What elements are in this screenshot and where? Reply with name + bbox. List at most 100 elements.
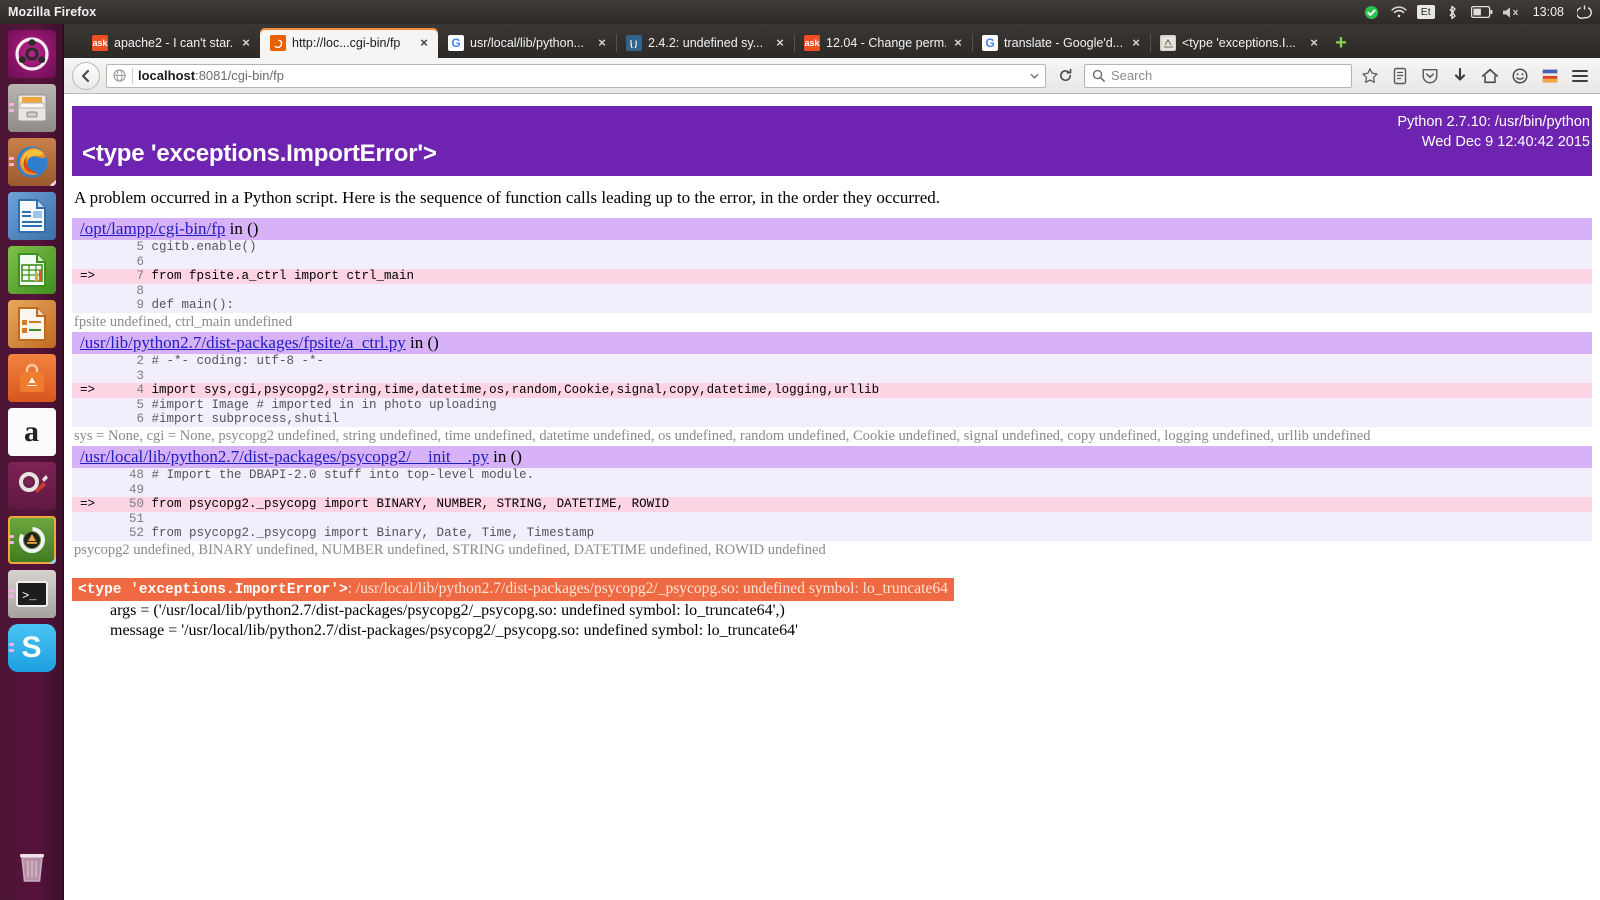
chevron-down-icon[interactable]: [1027, 64, 1041, 88]
launcher-item-libreoffice-calc[interactable]: [7, 246, 56, 294]
tab-label: usr/local/lib/python...: [470, 36, 584, 50]
running-indicator: [8, 102, 14, 114]
home-button[interactable]: [1478, 64, 1502, 88]
line-code: from psycopg2._psycopg import Binary, Da…: [151, 526, 595, 541]
launcher-item-ubuntu-dash[interactable]: [7, 30, 56, 78]
launcher-item-firefox[interactable]: [7, 138, 56, 186]
launcher-item-terminal[interactable]: >_: [7, 570, 56, 618]
launcher-item-software-updater[interactable]: [7, 516, 56, 564]
frame-path-link[interactable]: /opt/lampp/cgi-bin/fp: [80, 219, 225, 238]
line-code: def main():: [151, 298, 235, 313]
line-number: 52: [128, 526, 144, 541]
launcher-item-libreoffice-impress[interactable]: [7, 300, 56, 348]
volume-muted-icon[interactable]: [1502, 4, 1522, 20]
frame-variables: sys = None, cgi = None, psycopg2 undefin…: [74, 427, 1371, 444]
google-icon: G: [982, 35, 998, 51]
code-line: 9 def main():: [72, 298, 1592, 313]
bluetooth-icon[interactable]: [1444, 4, 1462, 20]
launcher-item-libreoffice-writer[interactable]: [7, 192, 56, 240]
frame-header: /opt/lampp/cgi-bin/fp in (): [72, 218, 1592, 240]
tab-close-button[interactable]: ×: [1128, 35, 1144, 51]
code-line: 51: [72, 512, 1592, 527]
sync-button[interactable]: [1508, 64, 1532, 88]
tab-close-button[interactable]: ×: [238, 35, 254, 51]
pocket-button[interactable]: [1418, 64, 1442, 88]
tab-label: 12.04 - Change perm...: [826, 36, 946, 50]
code-line-highlighted: => 50 from psycopg2._psycopg import BINAR…: [72, 497, 1592, 512]
battery-icon[interactable]: [1470, 4, 1493, 20]
bookmark-star-button[interactable]: [1358, 64, 1382, 88]
line-code: # -*- coding: utf-8 -*-: [151, 353, 325, 368]
new-tab-button[interactable]: +: [1328, 28, 1354, 58]
back-arrow-icon: [81, 69, 90, 82]
python-interpreter-info: Python 2.7.10: /usr/bin/python: [1397, 114, 1590, 130]
frame-path-link[interactable]: /usr/lib/python2.7/dist-packages/fpsite/…: [80, 333, 406, 352]
reader-list-button[interactable]: [1388, 64, 1412, 88]
green-check-icon[interactable]: [1363, 4, 1381, 20]
line-number: 9: [136, 298, 144, 313]
line-arrow: =>: [80, 269, 96, 284]
svg-text:>_: >_: [22, 589, 37, 603]
url-bar[interactable]: localhost:8081/cgi-bin/fp: [106, 63, 1046, 88]
line-number: 5: [136, 240, 144, 254]
frame-code-block: 48 # Import the DBAPI-2.0 stuff into top…: [72, 467, 1592, 541]
globe-icon[interactable]: [111, 68, 127, 84]
line-code: # Import the DBAPI-2.0 stuff into top-le…: [151, 467, 535, 482]
exception-args: args = ('/usr/local/lib/python2.7/dist-p…: [110, 601, 785, 619]
back-button[interactable]: [72, 61, 100, 90]
line-number: 6: [136, 254, 144, 269]
wifi-icon[interactable]: [1390, 4, 1408, 20]
frame-suffix: in (): [225, 219, 259, 238]
search-bar[interactable]: Search: [1084, 63, 1352, 88]
launcher-item-software-center[interactable]: [7, 354, 56, 402]
line-number: 5: [136, 397, 144, 412]
tab-usr-local-lib-python[interactable]: G usr/local/lib/python... ×: [438, 28, 616, 58]
launcher-item-amazon[interactable]: a: [7, 408, 56, 456]
reload-icon: [1059, 68, 1071, 82]
exception-type: <type 'exceptions.ImportError'>: [78, 581, 348, 598]
code-line: 52 from psycopg2._psycopg import Binary,…: [72, 526, 1592, 541]
menu-button[interactable]: [1568, 64, 1592, 88]
exception-summary: <type 'exceptions.ImportError'>: /usr/lo…: [72, 560, 1592, 641]
line-number: 3: [136, 368, 144, 383]
tab-1204-change-permissions[interactable]: ask 12.04 - Change perm... ×: [794, 28, 972, 58]
frame-code-block: 5 cgitb.enable() 6 => 7 from fpsite.a_ctr…: [72, 240, 1592, 313]
frame-path-link[interactable]: /usr/local/lib/python2.7/dist-packages/p…: [80, 447, 489, 466]
error-timestamp: Wed Dec 9 12:40:42 2015: [1421, 134, 1590, 150]
clock[interactable]: 13:08: [1531, 5, 1566, 19]
launcher-item-files[interactable]: [7, 84, 56, 132]
power-gear-icon[interactable]: [1575, 4, 1593, 20]
tab-close-button[interactable]: ×: [594, 35, 610, 51]
tab-translate-google[interactable]: G translate - Google'd... ×: [972, 28, 1150, 58]
search-icon: [1091, 69, 1105, 83]
tab-exceptions-importerror[interactable]: <type 'exceptions.I... ×: [1150, 28, 1328, 58]
launcher-item-skype[interactable]: S: [7, 624, 56, 672]
downloads-button[interactable]: [1448, 64, 1472, 88]
page-content: <type 'exceptions.ImportError'> Python 2…: [64, 94, 1600, 900]
tab-strip: ask apache2 - I can't star... × http://l…: [64, 24, 1600, 58]
tab-close-button[interactable]: ×: [1306, 35, 1322, 51]
tab-label: 2.4.2: undefined sy...: [648, 36, 764, 50]
keyboard-layout-indicator[interactable]: Et: [1416, 5, 1435, 19]
tab-cgi-bin-fp[interactable]: http://loc...cgi-bin/fp ×: [260, 28, 438, 58]
launcher-trash-slot: [0, 836, 64, 890]
frame-variables: fpsite undefined, ctrl_main undefined: [74, 313, 293, 330]
code-line: 6 #import subprocess,shutil: [72, 412, 1592, 427]
launcher-item-trash[interactable]: [8, 842, 56, 890]
tab-242-undefined-symbol[interactable]: 2.4.2: undefined sy... ×: [616, 28, 794, 58]
launcher-item-system-settings[interactable]: [7, 462, 56, 510]
firefox-page-icon: [270, 35, 286, 51]
error-header-banner: <type 'exceptions.ImportError'> Python 2…: [72, 106, 1592, 176]
terminal-icon: >_: [15, 581, 48, 607]
tab-close-button[interactable]: ×: [416, 35, 432, 51]
tab-close-button[interactable]: ×: [950, 35, 966, 51]
pocket-shield-icon: [1422, 68, 1438, 83]
addon-button[interactable]: [1538, 64, 1562, 88]
tab-close-button[interactable]: ×: [772, 35, 788, 51]
url-text: localhost:8081/cgi-bin/fp: [138, 68, 284, 83]
tab-apache2[interactable]: ask apache2 - I can't star... ×: [82, 28, 260, 58]
search-input[interactable]: Search: [1111, 68, 1152, 83]
ubuntu-logo-icon: [14, 37, 49, 71]
reload-button[interactable]: [1052, 63, 1078, 89]
skype-s-icon: S: [21, 631, 42, 664]
